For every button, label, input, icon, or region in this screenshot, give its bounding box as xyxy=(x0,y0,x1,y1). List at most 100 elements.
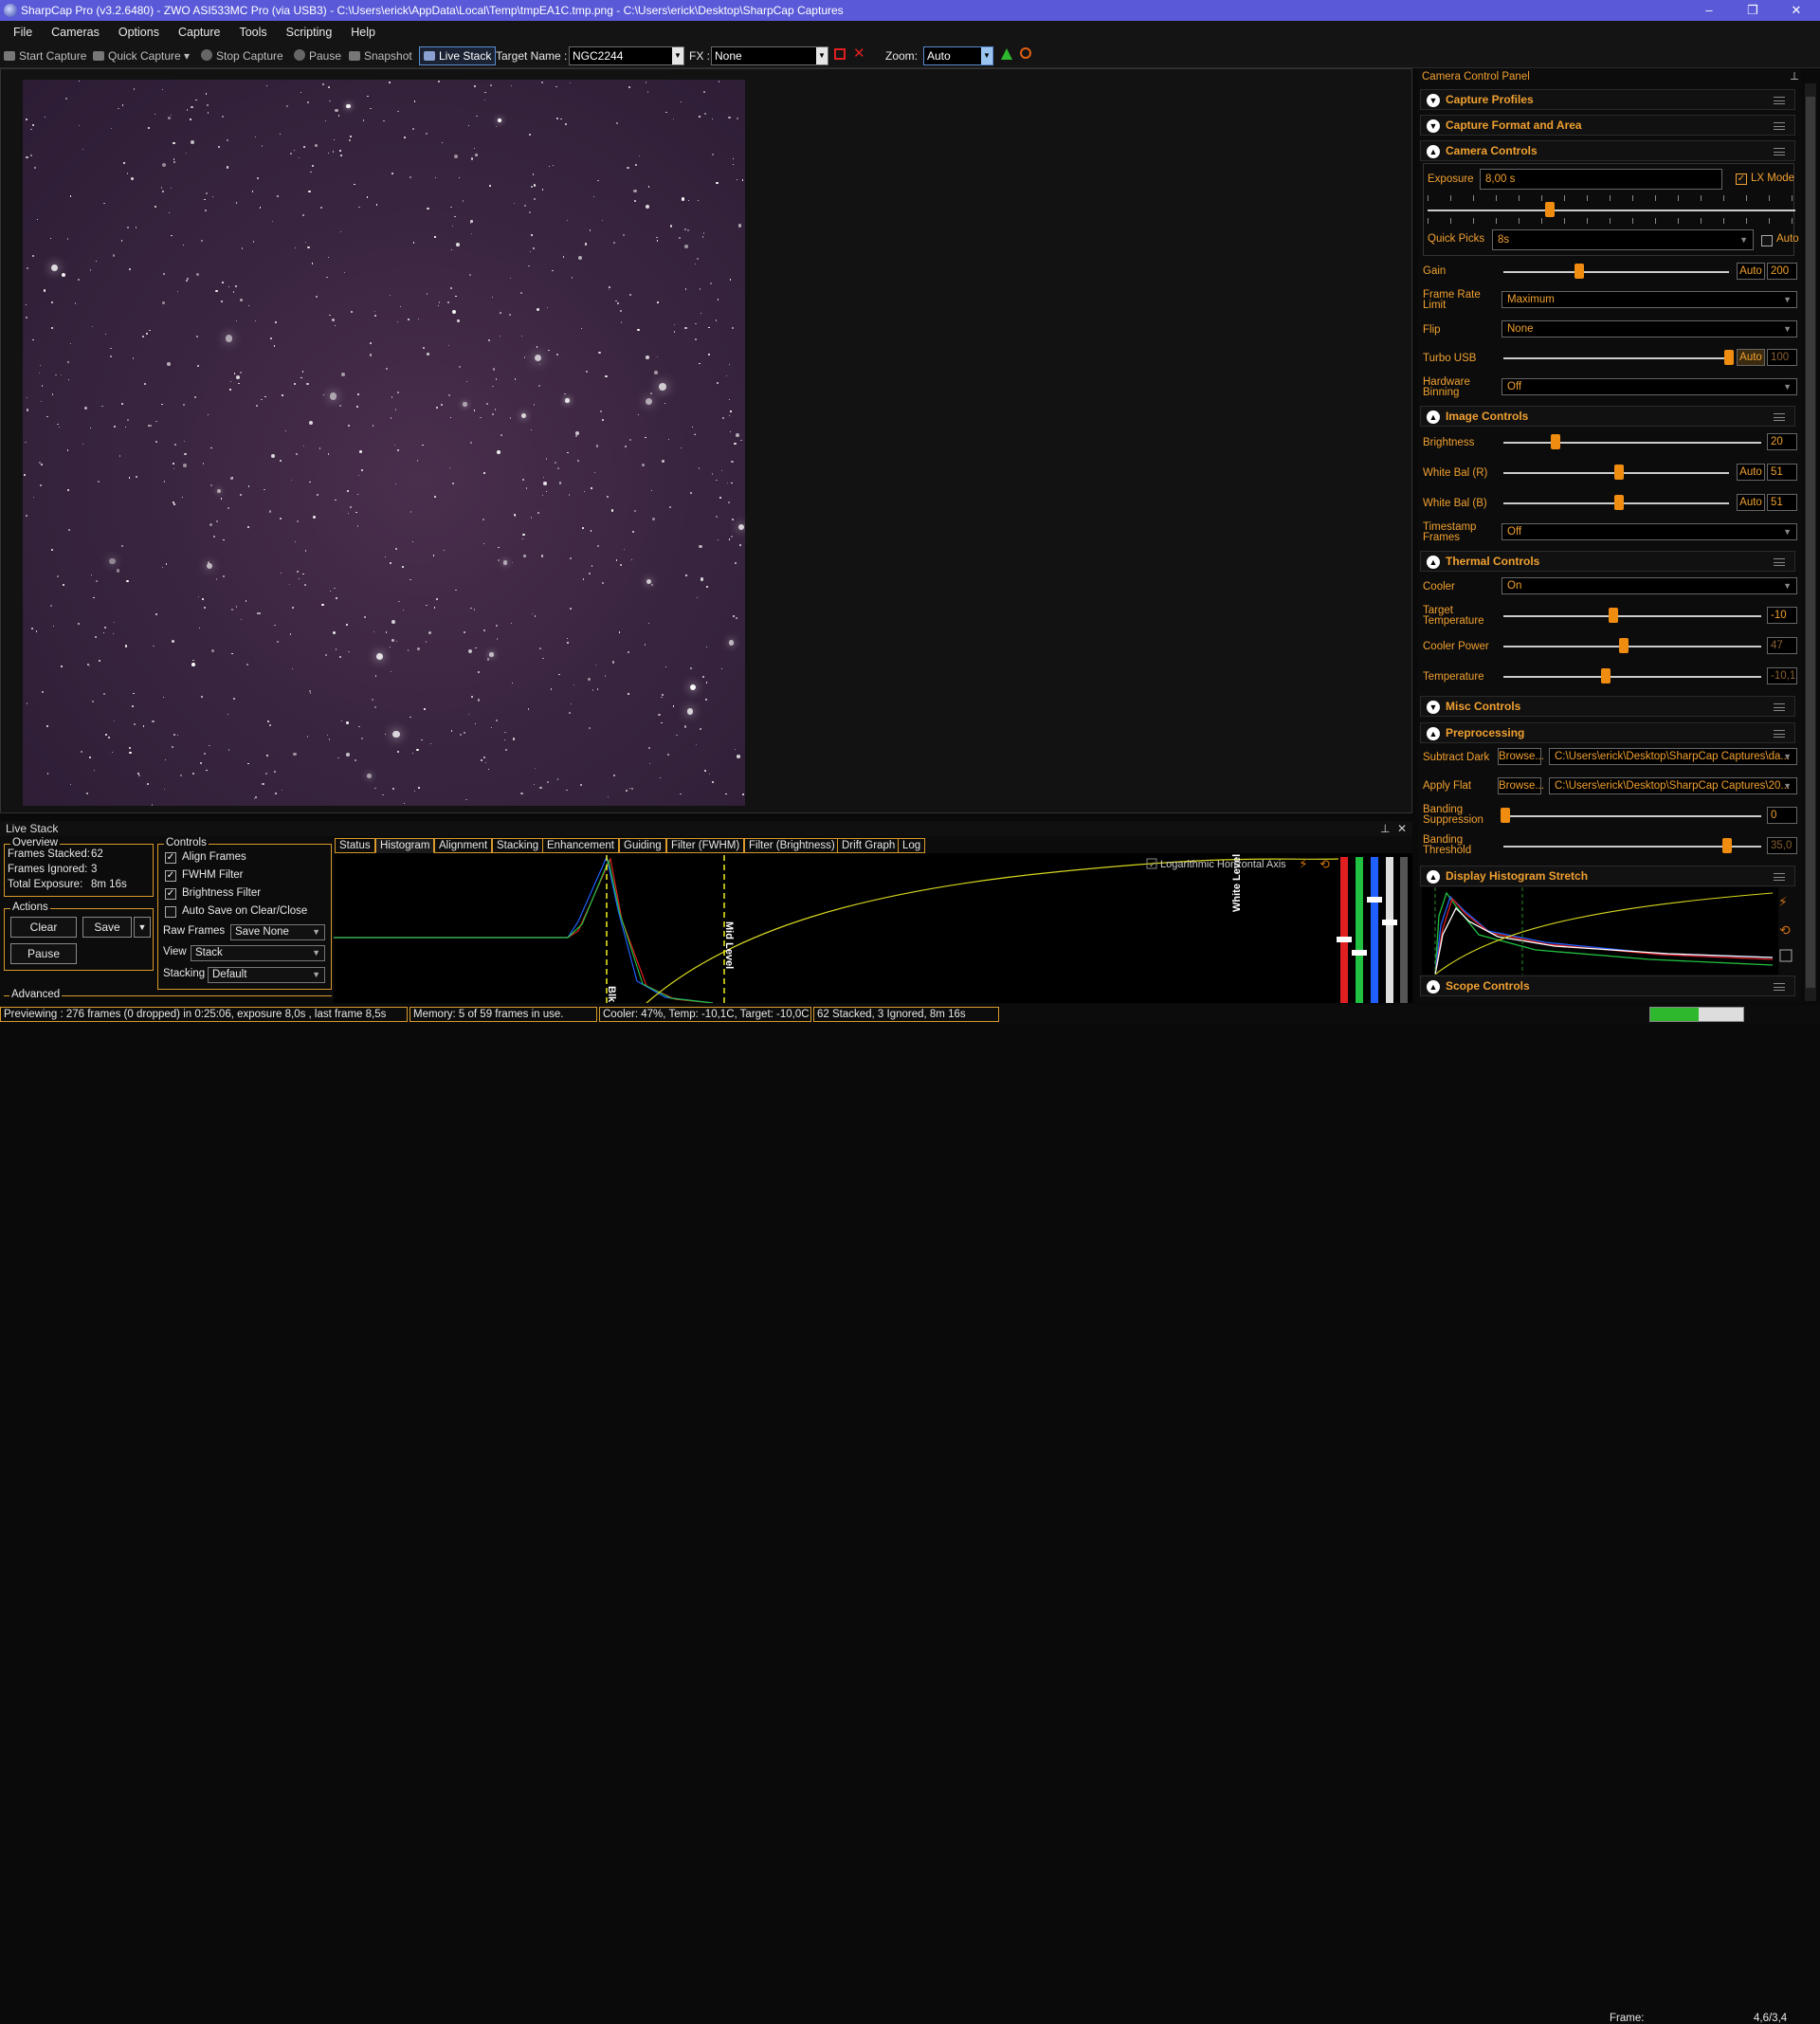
turbo-usb-slider-track[interactable] xyxy=(1503,357,1729,359)
target-temperature-slider-track[interactable] xyxy=(1503,615,1761,617)
tab-guiding[interactable]: Guiding xyxy=(619,838,666,853)
gain-value[interactable]: 200 xyxy=(1767,263,1797,280)
tab-enhancement[interactable]: Enhancement xyxy=(542,838,619,853)
save-button[interactable]: Save xyxy=(82,917,132,938)
auto-stretch-icon[interactable]: ⚡ xyxy=(1778,895,1788,910)
chevron-up-icon[interactable]: ▲ xyxy=(1427,727,1440,740)
menu-icon[interactable] xyxy=(1774,122,1785,130)
green-level-handle[interactable] xyxy=(1352,950,1367,956)
live-stack-histogram[interactable]: Blk Mid Level White Level ✓ Logarithmic … xyxy=(334,853,1412,1003)
flip-select[interactable]: None ▼ xyxy=(1502,320,1797,337)
menu-icon[interactable] xyxy=(1774,558,1785,566)
menu-icon[interactable] xyxy=(1774,983,1785,991)
display-stretch-histogram[interactable]: ⚡ ⟲ xyxy=(1422,887,1795,975)
exposure-input[interactable]: 8,00 s xyxy=(1480,169,1722,190)
apply-flat-browse-button[interactable]: Browse... xyxy=(1498,777,1544,794)
raw-frames-select[interactable]: Save None ▼ xyxy=(230,924,325,940)
save-dropdown-icon[interactable]: ▼ xyxy=(134,917,151,938)
white-bal-b-value[interactable]: 51 xyxy=(1767,494,1797,511)
quick-capture-button[interactable]: Quick Capture ▾ xyxy=(93,47,190,64)
tab-drift-graph[interactable]: Drift Graph xyxy=(837,838,901,853)
tab-alignment[interactable]: Alignment xyxy=(434,838,493,853)
quick-picks-auto-checkbox[interactable] xyxy=(1761,235,1773,246)
section-misc-controls[interactable]: ▼ Misc Controls xyxy=(1420,696,1795,717)
chevron-down-icon[interactable]: ▼ xyxy=(1427,94,1440,107)
red-level-handle[interactable] xyxy=(1337,937,1352,942)
target-temperature-slider-thumb[interactable] xyxy=(1609,608,1618,623)
pause-button[interactable]: Pause xyxy=(294,47,341,64)
lum-level-handle[interactable] xyxy=(1382,920,1397,925)
menu-options[interactable]: Options xyxy=(109,21,169,44)
zoom-select[interactable]: Auto ▼ xyxy=(923,46,993,65)
start-capture-button[interactable]: Start Capture xyxy=(4,47,86,64)
hardware-binning-select[interactable]: Off ▼ xyxy=(1502,378,1797,395)
red-level-bar[interactable] xyxy=(1340,857,1348,1003)
section-capture-format[interactable]: ▼ Capture Format and Area xyxy=(1420,115,1795,136)
menu-icon[interactable] xyxy=(1774,730,1785,738)
auto-stretch-icon[interactable]: ⚡ xyxy=(1299,857,1308,872)
chevron-up-icon[interactable]: ▲ xyxy=(1427,870,1440,884)
subtract-dark-select[interactable]: C:\Users\erick\Desktop\SharpCap Captures… xyxy=(1549,748,1797,765)
advanced-group[interactable]: Advanced xyxy=(4,989,332,1003)
section-thermal-controls[interactable]: ▲ Thermal Controls xyxy=(1420,551,1795,572)
exposure-slider-thumb[interactable] xyxy=(1545,202,1555,217)
fx-select[interactable]: None ▼ xyxy=(711,46,828,65)
maximize-button[interactable]: ❐ xyxy=(1731,0,1774,21)
section-camera-controls[interactable]: ▲ Camera Controls xyxy=(1420,140,1795,161)
chevron-down-icon[interactable]: ▼ xyxy=(981,47,992,64)
tab-stacking[interactable]: Stacking xyxy=(492,838,544,853)
banding-suppression-slider-track[interactable] xyxy=(1503,815,1761,817)
menu-icon[interactable] xyxy=(1774,703,1785,711)
fwhm-filter-checkbox[interactable]: ✓ xyxy=(165,870,176,882)
chevron-down-icon[interactable]: ▼ xyxy=(672,47,683,64)
snapshot-button[interactable]: Snapshot xyxy=(349,47,412,64)
pin-icon[interactable]: ⊥ xyxy=(1380,821,1390,836)
level-scrollbar[interactable] xyxy=(1400,857,1408,1003)
exposure-slider-track[interactable] xyxy=(1428,210,1795,211)
tab-filter-brightness[interactable]: Filter (Brightness) xyxy=(744,838,840,853)
view-select[interactable]: Stack ▼ xyxy=(191,945,325,961)
white-bal-r-auto-button[interactable]: Auto xyxy=(1737,464,1765,481)
menu-scripting[interactable]: Scripting xyxy=(277,21,342,44)
live-stack-button[interactable]: Live Stack xyxy=(419,46,497,65)
cross-icon[interactable]: ✕ xyxy=(853,46,865,63)
cooler-select[interactable]: On ▼ xyxy=(1502,577,1797,594)
white-bal-b-auto-button[interactable]: Auto xyxy=(1737,494,1765,511)
gain-slider-thumb[interactable] xyxy=(1574,264,1584,279)
clear-button[interactable]: Clear xyxy=(10,917,77,938)
brightness-slider-thumb[interactable] xyxy=(1551,434,1560,449)
align-frames-checkbox[interactable]: ✓ xyxy=(165,852,176,864)
menu-file[interactable]: File xyxy=(4,21,42,44)
save-stretch-icon[interactable] xyxy=(1779,949,1793,962)
advanced-title[interactable]: Advanced xyxy=(9,989,63,1000)
menu-icon[interactable] xyxy=(1774,413,1785,421)
stacking-select[interactable]: Default ▼ xyxy=(208,967,325,983)
section-capture-profiles[interactable]: ▼ Capture Profiles xyxy=(1420,89,1795,110)
record-box-icon[interactable] xyxy=(834,48,846,60)
section-image-controls[interactable]: ▲ Image Controls xyxy=(1420,406,1795,427)
panel-scrollbar[interactable] xyxy=(1805,83,1816,1001)
gain-slider-track[interactable] xyxy=(1503,271,1729,273)
tab-log[interactable]: Log xyxy=(898,838,926,853)
brightness-slider-track[interactable] xyxy=(1503,442,1761,444)
minimize-button[interactable]: – xyxy=(1687,0,1731,21)
menu-capture[interactable]: Capture xyxy=(169,21,229,44)
pause-stack-button[interactable]: Pause xyxy=(10,943,77,964)
banding-suppression-value[interactable]: 0 xyxy=(1767,807,1797,824)
banding-threshold-value[interactable]: 35,0 xyxy=(1767,837,1797,854)
chevron-up-icon[interactable]: ▲ xyxy=(1427,980,1440,994)
turbo-usb-auto-button[interactable]: Auto xyxy=(1737,349,1765,366)
menu-help[interactable]: Help xyxy=(341,21,385,44)
tab-histogram[interactable]: Histogram xyxy=(375,838,435,853)
chevron-down-icon[interactable]: ▼ xyxy=(1427,701,1440,714)
pin-icon[interactable]: ⊥ xyxy=(1790,70,1799,83)
white-bal-r-value[interactable]: 51 xyxy=(1767,464,1797,481)
brightness-filter-checkbox[interactable]: ✓ xyxy=(165,888,176,900)
reset-icon[interactable]: ⟲ xyxy=(1320,858,1330,872)
histogram-icon[interactable] xyxy=(1001,48,1012,60)
lx-mode-checkbox[interactable]: ✓ xyxy=(1736,173,1747,185)
auto-save-checkbox[interactable] xyxy=(165,906,176,918)
blue-level-bar[interactable] xyxy=(1371,857,1378,1003)
menu-icon[interactable] xyxy=(1774,148,1785,155)
chevron-up-icon[interactable]: ▲ xyxy=(1427,145,1440,158)
